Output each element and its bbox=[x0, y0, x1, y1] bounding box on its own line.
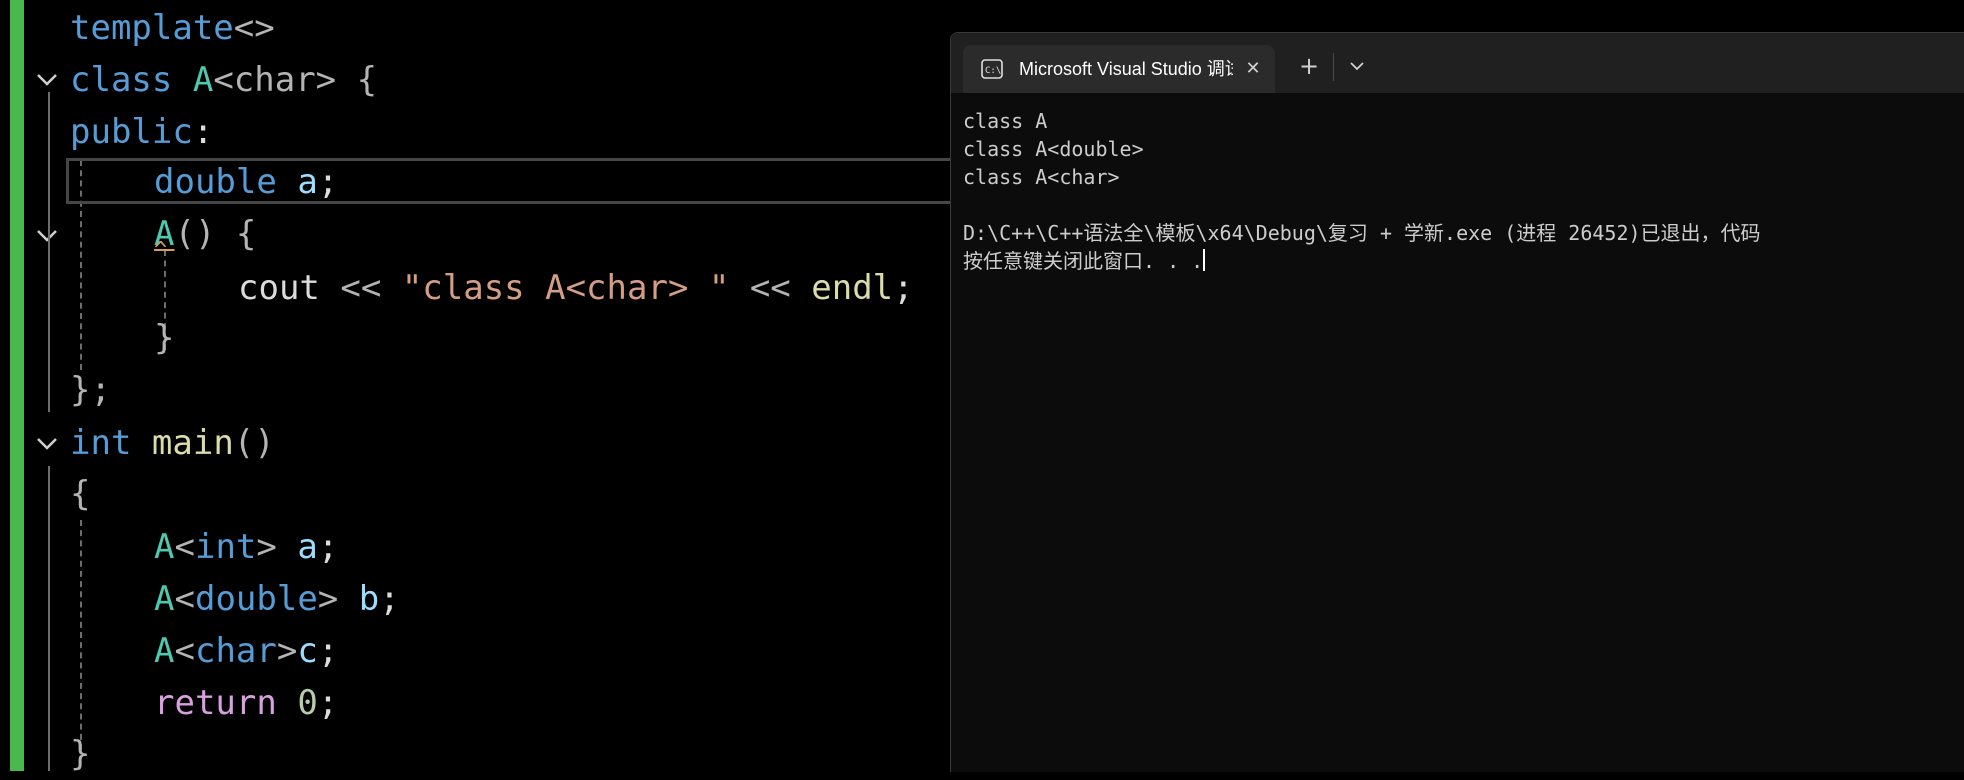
debug-console-window[interactable]: C:\ Microsoft Visual Studio 调试控 ✕ + clas… bbox=[950, 32, 1964, 772]
tab-title: Microsoft Visual Studio 调试控 bbox=[1019, 59, 1233, 79]
semicolon: ; bbox=[317, 527, 339, 567]
semicolon: ; bbox=[379, 579, 400, 619]
console-line: class A bbox=[963, 109, 1048, 133]
fold-toggle-class[interactable] bbox=[34, 66, 60, 92]
indent-guide-main-body bbox=[80, 520, 82, 750]
operator: << bbox=[749, 268, 791, 308]
string-literal: "class A<char> " bbox=[401, 268, 730, 308]
code-line-main-open: { bbox=[70, 468, 90, 520]
code-line-decl-char: A<char>c; bbox=[154, 625, 338, 677]
angle: > bbox=[317, 579, 339, 619]
code-line-public: public: bbox=[70, 106, 213, 158]
keyword: public bbox=[70, 112, 193, 152]
variable-name: b bbox=[358, 579, 380, 619]
console-line: class A<char> bbox=[963, 165, 1120, 189]
identifier: cout bbox=[238, 268, 320, 308]
keyword: return bbox=[154, 683, 277, 723]
code-line-main: int main() bbox=[70, 417, 275, 469]
semicolon: ; bbox=[317, 683, 339, 723]
type-name: double bbox=[154, 162, 277, 202]
type-name: char bbox=[194, 631, 277, 671]
code-line-cout: cout << "class A<char> " << endl; bbox=[238, 262, 914, 314]
brace: { bbox=[70, 474, 91, 514]
angle: > bbox=[256, 527, 277, 567]
code-line-member: double a; bbox=[154, 156, 338, 208]
brace: } bbox=[70, 734, 91, 774]
template-args: <> bbox=[233, 8, 275, 48]
code-line-template: template<> bbox=[70, 2, 275, 54]
console-line: 按任意键关闭此窗口. . . bbox=[963, 249, 1204, 273]
brace: } bbox=[154, 318, 175, 358]
template-args: <char> bbox=[213, 60, 337, 100]
angle: < bbox=[174, 579, 195, 619]
fold-toggle-main[interactable] bbox=[34, 430, 60, 456]
parens: () bbox=[233, 423, 275, 463]
tab-debug-console[interactable]: C:\ Microsoft Visual Studio 调试控 ✕ bbox=[963, 45, 1275, 93]
parens: () bbox=[174, 214, 216, 254]
number-literal: 0 bbox=[297, 683, 318, 723]
terminal-tab-bar: C:\ Microsoft Visual Studio 调试控 ✕ + bbox=[951, 33, 1964, 93]
reference-caret-mark: ^ bbox=[154, 238, 168, 263]
keyword: template bbox=[70, 8, 234, 48]
angle: > bbox=[276, 631, 298, 671]
console-line: D:\C++\C++语法全\模板\x64\Debug\复习 + 学新.exe (… bbox=[963, 221, 1761, 245]
brace: { bbox=[235, 214, 257, 254]
colon: : bbox=[192, 112, 214, 152]
changes-indicator-bar bbox=[10, 0, 24, 771]
class-name: A bbox=[192, 60, 214, 100]
code-line-class-decl: class A<char> { bbox=[70, 54, 377, 106]
function-name: main bbox=[151, 423, 234, 463]
scope-guide-class bbox=[48, 92, 50, 412]
type-name: A bbox=[154, 527, 175, 567]
code-line-main-close: } bbox=[70, 728, 90, 780]
tab-divider bbox=[1333, 53, 1334, 81]
code-line-ctor-close: } bbox=[154, 312, 174, 364]
type-name: int bbox=[194, 527, 257, 567]
operator: << bbox=[340, 268, 382, 308]
console-prompt-line: 按任意键关闭此窗口. . . bbox=[963, 247, 1963, 275]
variable-name: a bbox=[297, 527, 318, 567]
identifier: endl bbox=[811, 268, 894, 308]
keyword: class bbox=[70, 60, 173, 100]
angle: < bbox=[174, 631, 195, 671]
code-line-decl-double: A<double> b; bbox=[154, 573, 400, 625]
fold-toggle-ctor[interactable] bbox=[34, 222, 60, 248]
type-name: double bbox=[194, 579, 318, 619]
keyword: int bbox=[70, 423, 132, 463]
code-line-ctor: A() { bbox=[154, 208, 256, 260]
svg-text:C:\: C:\ bbox=[985, 66, 1001, 76]
variable-name: c bbox=[297, 631, 318, 671]
chevron-down-icon bbox=[37, 230, 57, 242]
chevron-down-icon bbox=[37, 438, 57, 450]
semicolon: ; bbox=[893, 268, 914, 308]
type-name: A bbox=[154, 631, 175, 671]
code-line-return: return 0; bbox=[154, 677, 338, 729]
code-line-class-close: }; bbox=[70, 364, 111, 416]
close-tab-button[interactable]: ✕ bbox=[1241, 57, 1265, 81]
code-line-decl-int: A<int> a; bbox=[154, 521, 338, 573]
console-output[interactable]: class A class A<double> class A<char> D:… bbox=[963, 107, 1963, 275]
chevron-down-icon bbox=[1350, 62, 1364, 71]
member-name: a bbox=[297, 162, 318, 202]
semicolon: ; bbox=[317, 631, 339, 671]
brace: }; bbox=[70, 370, 111, 410]
console-icon: C:\ bbox=[981, 59, 1003, 79]
angle: < bbox=[174, 527, 195, 567]
new-tab-button[interactable]: + bbox=[1291, 51, 1327, 81]
text-cursor bbox=[1203, 249, 1206, 271]
console-line: class A<double> bbox=[963, 137, 1144, 161]
tab-dropdown-button[interactable] bbox=[1339, 51, 1375, 81]
scope-guide-main bbox=[48, 466, 50, 771]
type-name: A bbox=[154, 579, 175, 619]
semicolon: ; bbox=[317, 162, 339, 202]
chevron-down-icon bbox=[37, 74, 57, 86]
brace: { bbox=[356, 60, 378, 100]
